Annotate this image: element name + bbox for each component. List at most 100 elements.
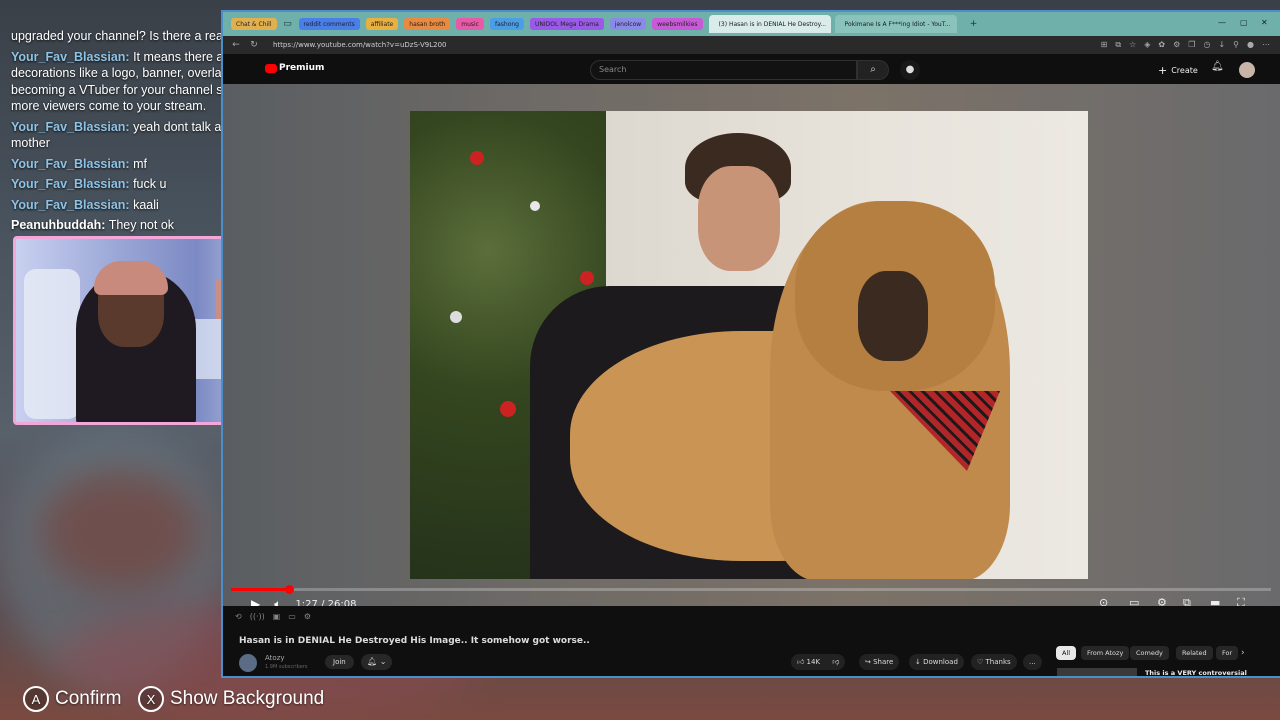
share-label: Share [873, 658, 894, 666]
favorites-bar-icon[interactable]: ❒ [1188, 40, 1195, 50]
favorite-icon[interactable]: ☆ [1129, 40, 1136, 50]
video-title: Hasan is in DENIAL He Destroyed His Imag… [239, 636, 590, 646]
create-label: Create [1171, 65, 1198, 75]
chip-all[interactable]: All [1056, 646, 1077, 660]
read-aloud-icon[interactable]: ⊞ [1101, 40, 1108, 50]
collections-icon[interactable]: ⚲ [1233, 40, 1239, 50]
video-player[interactable]: ▶ 🔈︎ 1:27 / 26:08 ⊙ ▭ ⚙ ⧉ ▬ ⛶ [223, 84, 1280, 611]
chip-related[interactable]: Related [1176, 646, 1213, 660]
chat-username: Your_Fav_Blassian: [11, 49, 130, 64]
tab-group-reddit[interactable]: reddit comments [298, 18, 360, 30]
tab-group-music[interactable]: music [456, 18, 484, 30]
tab-group-chat-chill[interactable]: Chat & Chill [231, 18, 277, 30]
screenshot-icon[interactable]: ▣ [273, 612, 281, 621]
search-input[interactable]: Search [590, 60, 857, 80]
thumbs-up-icon: 👍︎ [797, 658, 807, 666]
broadcast-icon[interactable]: ((·)) [250, 612, 265, 621]
tab-group-fashong[interactable]: fashong [489, 18, 524, 30]
loop-icon[interactable]: ⟲ [235, 612, 242, 621]
microphone-icon[interactable]: ● [900, 60, 920, 80]
tab-overview-icon[interactable]: ▭ [283, 19, 293, 29]
premium-label: Premium [279, 63, 325, 73]
minimize-icon[interactable]: — [1218, 18, 1226, 27]
browser-window: Chat & Chill ▭ reddit comments affiliate… [221, 10, 1280, 678]
notifications-icon[interactable]: 🔔︎ [1211, 61, 1224, 72]
tab-group-affiliate[interactable]: affiliate [365, 18, 399, 30]
profile-icon[interactable]: ● [1247, 40, 1254, 50]
share-button[interactable]: ↪ Share [859, 654, 900, 670]
puzzle-icon[interactable]: ⚙ [1173, 40, 1180, 50]
ornament [580, 271, 594, 285]
like-count: 14K [806, 658, 821, 666]
channel-avatar[interactable] [239, 654, 257, 672]
x-button-icon: X [138, 686, 164, 712]
url-field[interactable]: https://www.youtube.com/watch?v=uDzS-V9L… [273, 41, 447, 49]
tab-group-label: reddit comments [303, 20, 355, 28]
tab-title: (3) Hasan is in DENIAL He Destroy... [718, 20, 827, 28]
channel-name[interactable]: Atozy [265, 654, 285, 662]
download-button[interactable]: ↓ Download [909, 654, 964, 670]
window-icon[interactable]: ▭ [288, 612, 296, 621]
search-icon[interactable]: ⌕ [857, 60, 889, 80]
split-screen-icon[interactable]: ⧉ [1115, 40, 1121, 50]
tab-group-weebsmilkies[interactable]: weebsmilkies [652, 18, 703, 30]
extension-toolbar: ⟲ ((·)) ▣ ▭ ⚙ [235, 612, 311, 621]
chat-username: Your_Fav_Blassian: [11, 156, 130, 171]
recommended-thumbnail[interactable] [1057, 668, 1137, 676]
tab-group-label: weebsmilkies [657, 20, 698, 28]
address-bar: ← ↻ https://www.youtube.com/watch?v=uDzS… [223, 36, 1280, 54]
refresh-icon[interactable]: ↻ [249, 40, 259, 50]
tab-group-label: Chat & Chill [236, 20, 272, 28]
tab-hasan-video[interactable]: (3) Hasan is in DENIAL He Destroy... ✕ [708, 15, 831, 33]
tab-bar: Chat & Chill ▭ reddit comments affiliate… [223, 12, 1280, 36]
tab-group-label: hasan broth [409, 20, 446, 28]
subscribe-bell-icon[interactable]: 🔔︎ ⌄ [361, 654, 393, 670]
video-frame[interactable] [410, 111, 1088, 579]
download-icon: ↓ [915, 658, 924, 666]
avatar[interactable] [1239, 62, 1255, 78]
close-window-icon[interactable]: ✕ [1261, 18, 1268, 27]
thanks-button[interactable]: ♡ Thanks [971, 654, 1017, 670]
tab-title: Pokimane Is A F***ing Idiot - YouT... [844, 20, 951, 28]
extension-icon[interactable]: ✿ [1158, 40, 1165, 50]
youtube-logo[interactable]: Premium [265, 63, 324, 73]
join-button[interactable]: Join [325, 655, 354, 669]
confirm-hint[interactable]: A Confirm [23, 686, 122, 712]
tab-group-jenolcow[interactable]: jenolcow [609, 18, 647, 30]
show-background-hint[interactable]: X Show Background [138, 686, 324, 712]
a-button-icon: A [23, 686, 49, 712]
beanie [94, 261, 168, 295]
chat-text: They not ok [108, 218, 175, 232]
create-button[interactable]: + Create [1158, 61, 1198, 79]
progress-bar[interactable] [231, 585, 1271, 594]
chip-comedy[interactable]: Comedy [1130, 646, 1169, 660]
chevron-right-icon[interactable]: › [1241, 648, 1245, 658]
chat-text: fuck u [133, 177, 167, 191]
chat-username: Your_Fav_Blassian: [11, 177, 130, 191]
ornament [530, 201, 540, 211]
recommended-title[interactable]: This is a VERY controversial [1145, 669, 1247, 676]
like-button[interactable]: 👍︎ 14K 👎︎ [791, 654, 846, 670]
dog-snout [858, 271, 928, 361]
history-icon[interactable]: ◷ [1203, 40, 1210, 50]
more-actions-button[interactable]: ... [1023, 654, 1042, 670]
extension-icon[interactable]: ◈ [1144, 40, 1150, 50]
chat-username: Your_Fav_Blassian: [11, 197, 130, 212]
tab-group-hasan[interactable]: hasan broth [404, 18, 451, 30]
thumbs-down-icon[interactable]: 👎︎ [832, 658, 839, 666]
tab-group-unidol[interactable]: UNIDOL Mega Drama [529, 18, 604, 30]
maximize-icon[interactable]: ▢ [1240, 18, 1248, 27]
gaming-chair [24, 269, 80, 419]
download-icon[interactable]: ↓ [1218, 40, 1225, 50]
back-icon[interactable]: ← [231, 40, 241, 50]
download-label: Download [923, 658, 958, 666]
tab-group-label: UNIDOL Mega Drama [534, 20, 599, 28]
new-tab-icon[interactable]: + [969, 19, 979, 29]
below-player: ⟲ ((·)) ▣ ▭ ⚙ Hasan is in DENIAL He Dest… [223, 606, 1280, 676]
gear-icon[interactable]: ⚙ [304, 612, 311, 621]
chip-from-atozy[interactable]: From Atozy [1081, 646, 1130, 660]
chat-text: upgraded your channel? Is there a reason… [11, 29, 251, 43]
menu-icon[interactable]: ⋯ [1262, 40, 1270, 50]
tab-pokimane-video[interactable]: Pokimane Is A F***ing Idiot - YouT... ✕ [834, 15, 957, 33]
chip-for-you[interactable]: For [1216, 646, 1239, 660]
